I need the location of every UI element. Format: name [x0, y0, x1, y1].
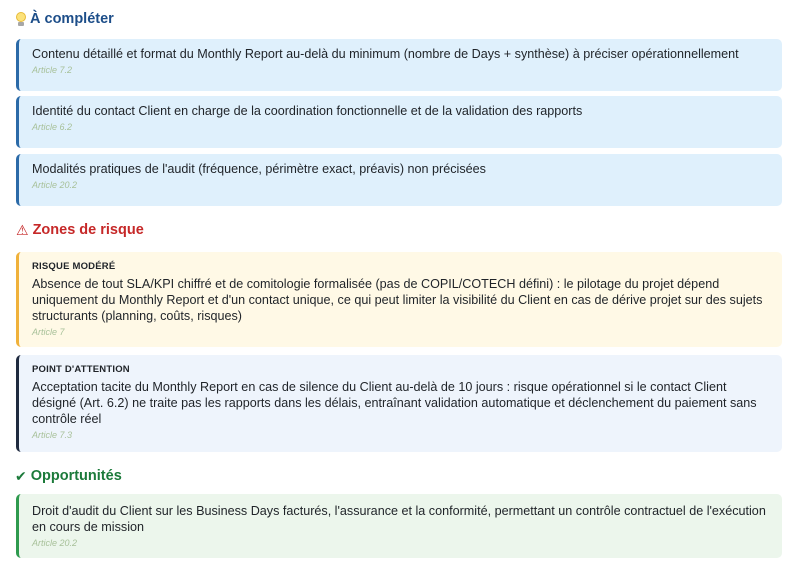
section-header-complete: À compléter	[16, 11, 114, 27]
todo-text: Contenu détaillé et format du Monthly Re…	[32, 47, 739, 61]
risk-text: Acceptation tacite du Monthly Report en …	[32, 380, 757, 426]
section-header-risks: ⚠ Zones de risque	[16, 222, 144, 238]
risk-card-attention: POINT D'ATTENTION Acceptation tacite du …	[16, 355, 782, 452]
todo-text: Identité du contact Client en charge de …	[32, 104, 583, 118]
section-title-risks: Zones de risque	[32, 222, 144, 238]
lightbulb-icon	[16, 12, 26, 26]
article-ref: Article 20.2	[32, 538, 78, 548]
article-ref: Article 7.2	[32, 65, 73, 75]
article-ref: Article 6.2	[32, 122, 73, 132]
todo-card: Modalités pratiques de l'audit (fréquenc…	[16, 154, 782, 206]
article-ref: Article 7	[32, 327, 65, 337]
risk-text: Absence de tout SLA/KPI chiffré et de co…	[32, 277, 763, 323]
section-header-opportunities: ✔ Opportunités	[15, 468, 122, 484]
opportunity-card: Droit d'audit du Client sur les Business…	[16, 494, 782, 558]
todo-card: Identité du contact Client en charge de …	[16, 96, 782, 148]
article-ref: Article 7.3	[32, 430, 73, 440]
warning-icon: ⚠	[16, 222, 29, 238]
analysis-panel: À compléter Contenu détaillé et format d…	[0, 0, 794, 576]
todo-card: Contenu détaillé et format du Monthly Re…	[16, 39, 782, 91]
checkmark-icon: ✔	[15, 468, 27, 484]
section-title-complete: À compléter	[30, 11, 114, 27]
risk-level-badge: RISQUE MODÉRÉ	[32, 261, 116, 272]
opportunity-text: Droit d'audit du Client sur les Business…	[32, 504, 766, 534]
risk-card-moderate: RISQUE MODÉRÉ Absence de tout SLA/KPI ch…	[16, 252, 782, 347]
todo-text: Modalités pratiques de l'audit (fréquenc…	[32, 162, 486, 176]
risk-level-badge: POINT D'ATTENTION	[32, 364, 130, 375]
article-ref: Article 20.2	[32, 180, 78, 190]
section-title-opportunities: Opportunités	[30, 468, 122, 484]
